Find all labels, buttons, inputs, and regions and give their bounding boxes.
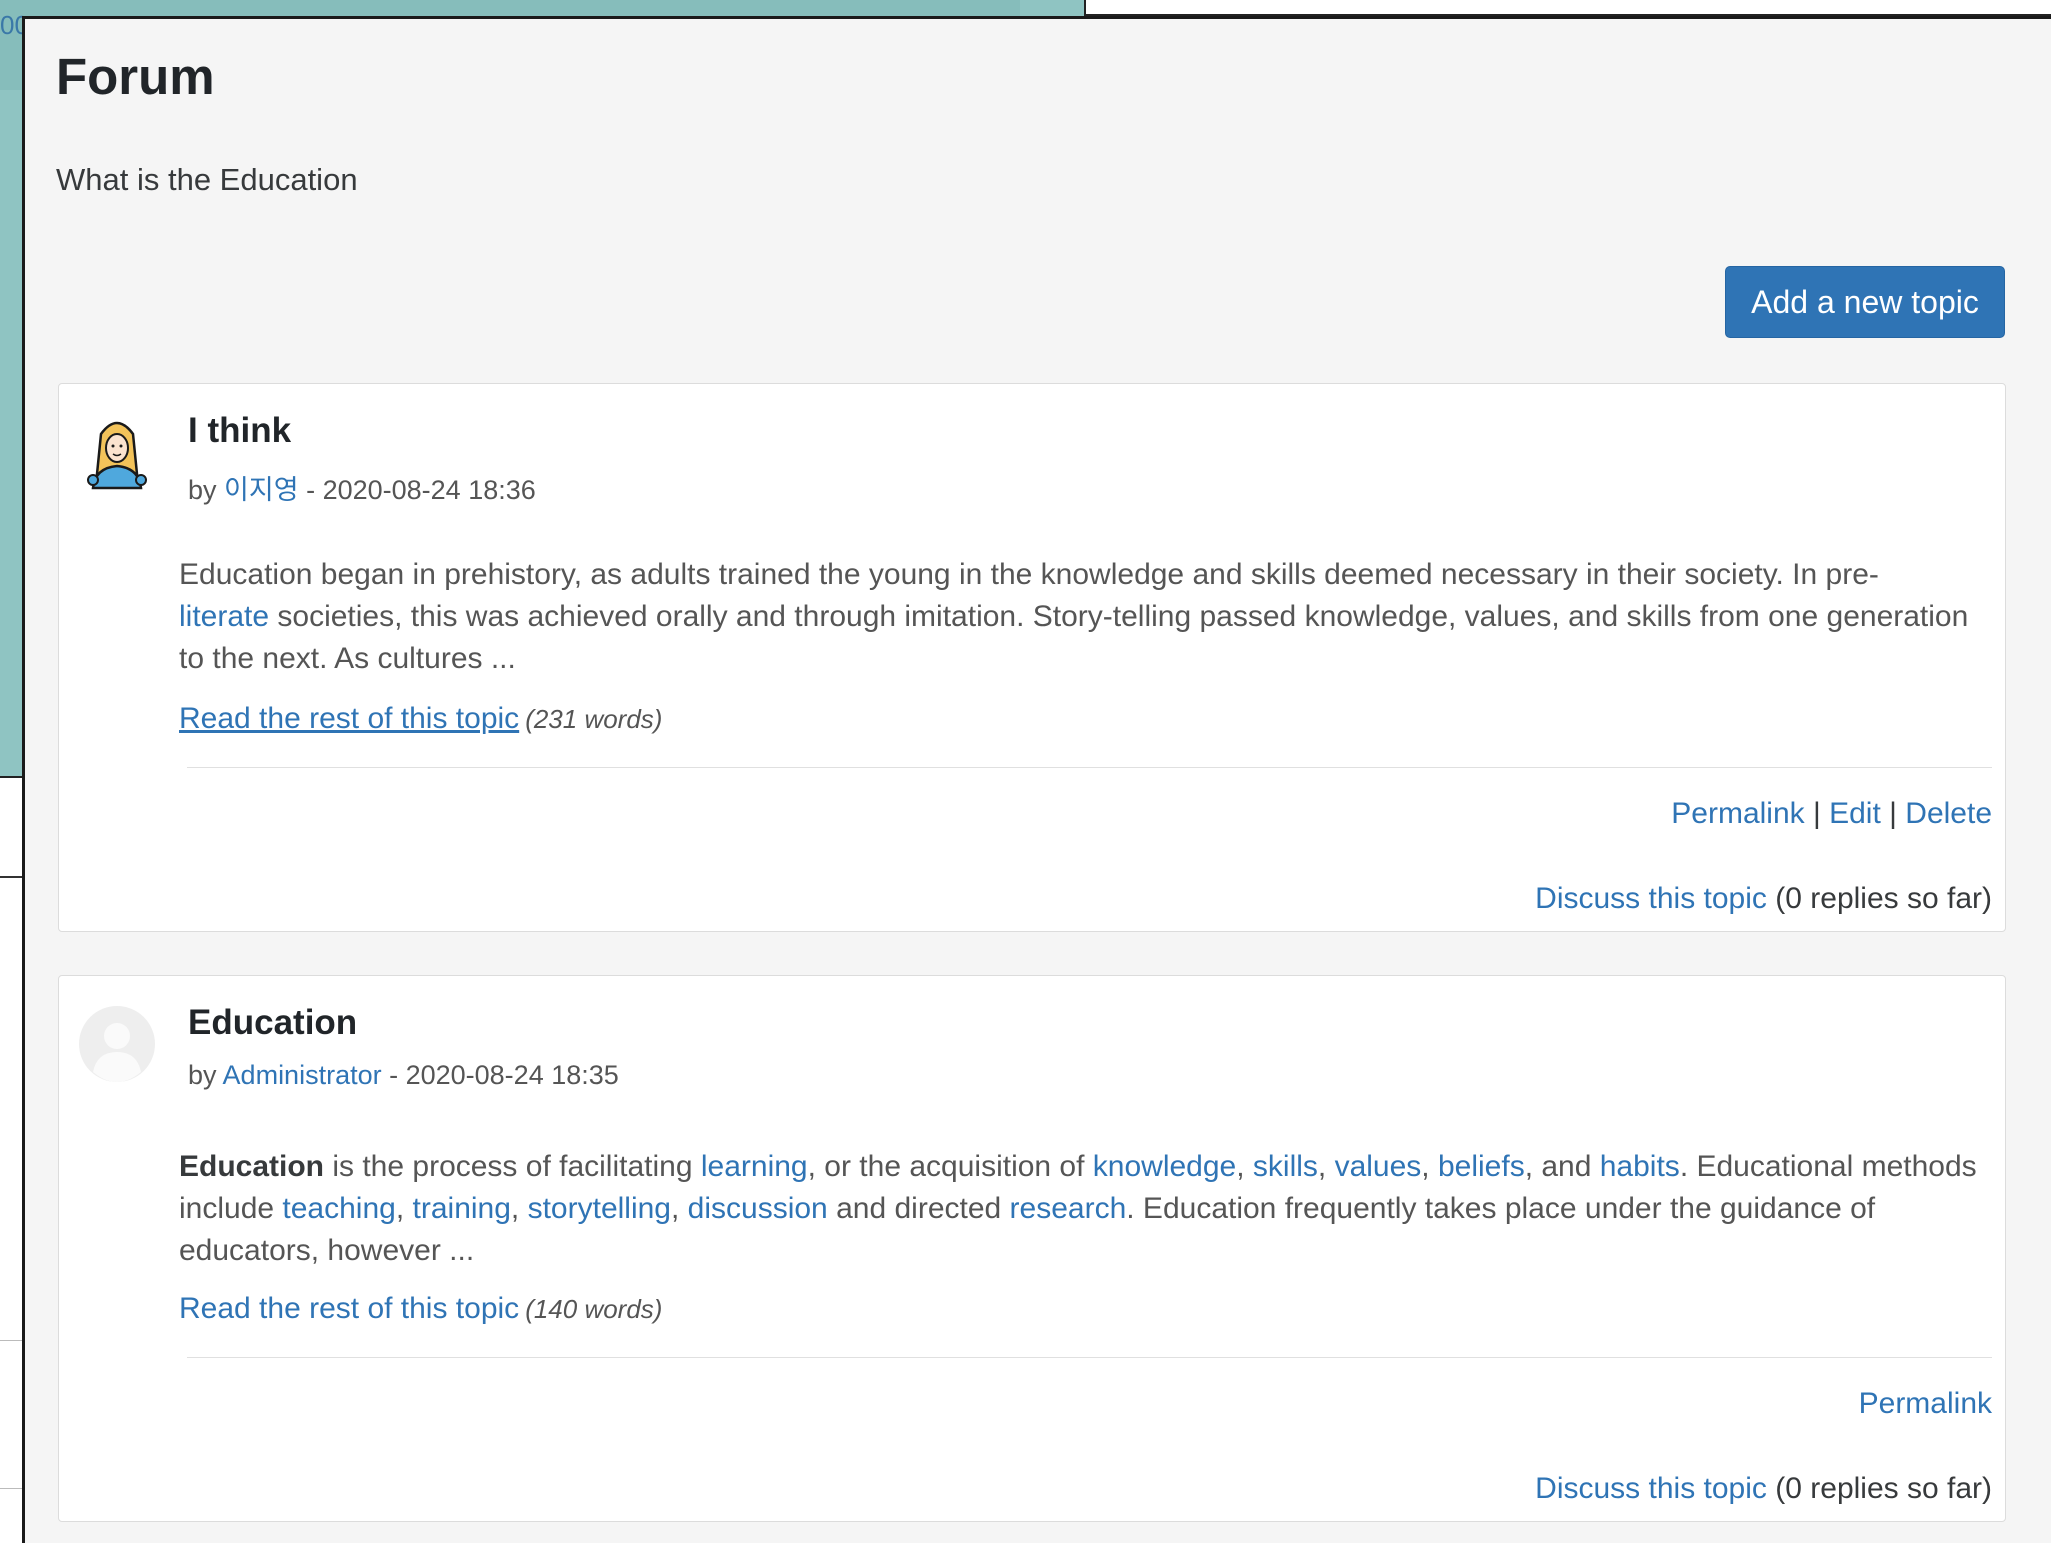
body-text: , bbox=[1421, 1150, 1438, 1183]
command-separator: | bbox=[1804, 797, 1830, 830]
forum-post: I think by 이지영 - 2020-08-24 18:36 Educat… bbox=[58, 383, 2006, 932]
discuss-row: Discuss this topic (0 replies so far) bbox=[1535, 1472, 1992, 1506]
post-subject: I think bbox=[188, 411, 292, 450]
background-divider bbox=[0, 876, 22, 878]
post-byline: by 이지영 - 2020-08-24 18:36 bbox=[188, 468, 536, 507]
body-text: , and bbox=[1524, 1150, 1600, 1183]
body-text: , bbox=[671, 1192, 688, 1225]
glossary-link[interactable]: values bbox=[1335, 1150, 1422, 1183]
post-body: Education began in prehistory, as adults… bbox=[179, 554, 1979, 680]
byline-prefix: by bbox=[188, 1060, 217, 1090]
body-text: , bbox=[1317, 1150, 1335, 1183]
glossary-link[interactable]: habits bbox=[1600, 1150, 1680, 1183]
post-byline: by Administrator - 2020-08-24 18:35 bbox=[188, 1060, 619, 1091]
read-more: Read the rest of this topic (140 words) bbox=[179, 1292, 662, 1326]
permalink-link[interactable]: Permalink bbox=[1671, 797, 1804, 830]
body-text: , or the acquisition of bbox=[807, 1150, 1093, 1183]
delete-link[interactable]: Delete bbox=[1905, 797, 1992, 830]
post-date: 2020-08-24 18:36 bbox=[322, 475, 536, 505]
glossary-link[interactable]: learning bbox=[701, 1150, 808, 1183]
read-more-link[interactable]: Read the rest of this topic bbox=[179, 1292, 519, 1325]
glossary-link[interactable]: knowledge bbox=[1093, 1150, 1236, 1183]
body-text: , bbox=[1236, 1150, 1253, 1183]
edit-link[interactable]: Edit bbox=[1829, 797, 1881, 830]
byline-prefix: by bbox=[188, 475, 217, 505]
glossary-link[interactable]: beliefs bbox=[1438, 1150, 1525, 1183]
post-divider bbox=[187, 1357, 1992, 1358]
discuss-topic-link[interactable]: Discuss this topic bbox=[1535, 1472, 1767, 1505]
body-text: , bbox=[395, 1192, 413, 1225]
glossary-link[interactable]: research bbox=[1010, 1192, 1127, 1225]
post-commands: Permalink bbox=[1859, 1387, 1992, 1421]
post-body: Education is the process of facilitating… bbox=[179, 1146, 1979, 1272]
body-bold-term: Education bbox=[179, 1150, 325, 1183]
discuss-topic-link[interactable]: Discuss this topic bbox=[1535, 882, 1767, 915]
body-text: societies, this was achieved orally and … bbox=[179, 600, 1969, 675]
glossary-link[interactable]: training bbox=[413, 1192, 511, 1225]
avatar[interactable] bbox=[79, 414, 155, 490]
author-link[interactable]: Administrator bbox=[223, 1060, 382, 1090]
default-user-icon bbox=[79, 1006, 155, 1082]
body-text: , bbox=[510, 1192, 528, 1225]
glossary-link[interactable]: literate bbox=[179, 600, 269, 633]
glossary-link[interactable]: storytelling bbox=[528, 1192, 671, 1225]
reply-count: (0 replies so far) bbox=[1766, 1472, 1992, 1505]
forum-post: Education by Administrator - 2020-08-24 … bbox=[58, 975, 2006, 1522]
add-new-topic-button[interactable]: Add a new topic bbox=[1725, 266, 2005, 338]
forum-intro: What is the Education bbox=[56, 162, 358, 197]
background-divider bbox=[0, 1340, 22, 1341]
forum-window: Forum What is the Education Add a new to… bbox=[22, 16, 2051, 1543]
glossary-link[interactable]: teaching bbox=[282, 1192, 395, 1225]
read-more: Read the rest of this topic (231 words) bbox=[179, 702, 662, 736]
post-subject: Education bbox=[188, 1003, 358, 1042]
read-more-link[interactable]: Read the rest of this topic bbox=[179, 702, 519, 735]
discuss-row: Discuss this topic (0 replies so far) bbox=[1535, 882, 1992, 916]
background-divider bbox=[0, 1488, 22, 1489]
post-date: 2020-08-24 18:35 bbox=[405, 1060, 619, 1090]
page-title: Forum bbox=[56, 48, 215, 105]
word-count: (231 words) bbox=[525, 704, 663, 734]
reply-count: (0 replies so far) bbox=[1766, 882, 1992, 915]
command-separator: | bbox=[1880, 797, 1906, 830]
glossary-link[interactable]: discussion bbox=[688, 1192, 828, 1225]
post-commands: Permalink | Edit | Delete bbox=[1671, 797, 1992, 831]
author-link[interactable]: 이지영 bbox=[224, 475, 299, 505]
permalink-link[interactable]: Permalink bbox=[1859, 1387, 1992, 1420]
byline-separator: - bbox=[381, 1060, 406, 1090]
glossary-link[interactable]: skills bbox=[1253, 1150, 1318, 1183]
byline-separator: - bbox=[298, 475, 323, 505]
user-avatar-icon bbox=[87, 421, 147, 490]
word-count: (140 words) bbox=[525, 1294, 663, 1324]
avatar[interactable] bbox=[79, 1006, 155, 1082]
body-text: Education began in prehistory, as adults… bbox=[179, 558, 1879, 591]
body-text: is the process of facilitating bbox=[324, 1150, 701, 1183]
post-divider bbox=[187, 767, 1992, 768]
body-text: and directed bbox=[827, 1192, 1010, 1225]
